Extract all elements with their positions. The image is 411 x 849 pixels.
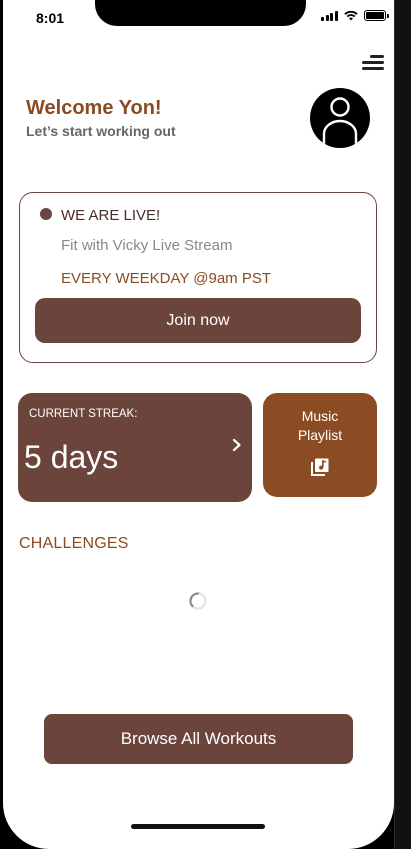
loading-spinner-icon xyxy=(189,592,207,610)
live-stream-name: Fit with Vicky Live Stream xyxy=(61,237,233,254)
signal-icon xyxy=(321,10,338,21)
streak-label: CURRENT STREAK: xyxy=(29,408,138,420)
music-library-icon xyxy=(311,458,329,476)
status-time: 8:01 xyxy=(36,10,65,26)
chevron-right-icon xyxy=(232,438,241,452)
current-streak-card[interactable]: CURRENT STREAK: 5 days xyxy=(18,393,252,502)
profile-avatar[interactable] xyxy=(310,88,370,148)
live-schedule: EVERY WEEKDAY @9am PST xyxy=(61,270,272,287)
live-stream-card: WE ARE LIVE! Fit with Vicky Live Stream … xyxy=(19,192,377,363)
user-icon xyxy=(322,97,358,148)
music-playlist-label: Music Playlist xyxy=(263,407,377,445)
phone-screen: 8:01 Welcome Yon! Let’s start working ou… xyxy=(3,0,394,849)
device-bezel xyxy=(394,0,411,849)
status-icons xyxy=(321,10,389,21)
music-label-line2: Playlist xyxy=(297,427,343,443)
browse-all-workouts-button[interactable]: Browse All Workouts xyxy=(44,714,353,764)
live-indicator-dot xyxy=(40,208,52,220)
join-now-button[interactable]: Join now xyxy=(35,298,361,343)
welcome-subtitle: Let’s start working out xyxy=(26,123,176,139)
challenges-heading: CHALLENGES xyxy=(19,535,129,552)
music-playlist-card[interactable]: Music Playlist xyxy=(263,393,377,497)
menu-icon[interactable] xyxy=(360,52,386,74)
live-title: WE ARE LIVE! xyxy=(61,207,161,224)
notch xyxy=(95,0,306,26)
welcome-title: Welcome Yon! xyxy=(26,97,162,119)
wifi-icon xyxy=(343,10,358,21)
home-indicator[interactable] xyxy=(131,824,265,829)
music-label-line1: Music xyxy=(301,408,339,424)
streak-value: 5 days xyxy=(24,439,119,475)
battery-icon xyxy=(363,10,389,21)
